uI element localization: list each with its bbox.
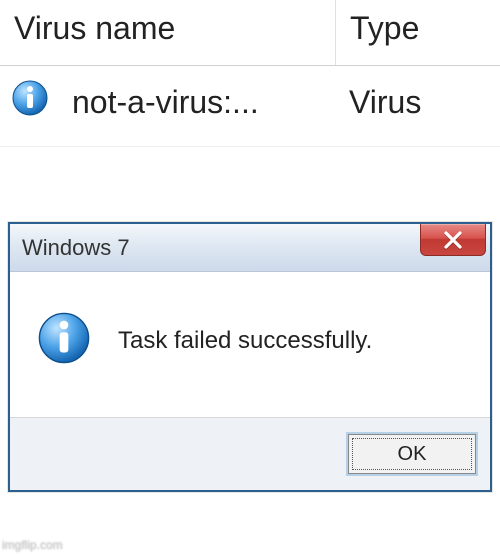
info-icon (38, 312, 90, 369)
table-row[interactable]: not-a-virus:... Virus (0, 66, 500, 147)
dialog-footer: OK (10, 418, 490, 490)
dialog-title: Windows 7 (22, 235, 130, 261)
watermark: imgflip.com (2, 538, 63, 552)
dialog-window: Windows 7 Task failed successfully. OK (8, 222, 492, 492)
column-header-type[interactable]: Type (335, 0, 500, 65)
virus-name-text: not-a-virus:... (72, 84, 259, 121)
titlebar[interactable]: Windows 7 (10, 224, 490, 272)
cell-type: Virus (345, 84, 490, 121)
close-icon (442, 229, 464, 251)
dialog-body: Task failed successfully. (10, 272, 490, 418)
info-icon (12, 80, 48, 124)
cell-virus-name: not-a-virus:... (10, 80, 345, 124)
ok-button[interactable]: OK (348, 434, 476, 474)
close-button[interactable] (420, 224, 486, 256)
dialog-message: Task failed successfully. (118, 327, 372, 355)
table-header: Virus name Type (0, 0, 500, 66)
column-header-name[interactable]: Virus name (0, 0, 335, 65)
